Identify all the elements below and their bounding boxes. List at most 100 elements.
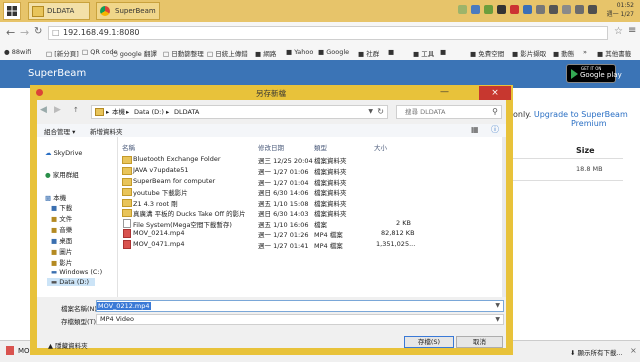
- star-icon[interactable]: ☆: [614, 26, 623, 37]
- nav-item-downloads[interactable]: ■ 下載: [51, 202, 72, 212]
- forward-icon[interactable]: →: [20, 26, 29, 39]
- file-type: MP4 檔案: [314, 242, 343, 250]
- download-item-label[interactable]: MO: [18, 347, 30, 355]
- breadcrumb-item[interactable]: Data (D:): [134, 106, 164, 118]
- file-date: 週一 1/27 01:41: [258, 242, 309, 250]
- new-folder-button[interactable]: 新增資料夾: [90, 126, 123, 136]
- nav-item-computer[interactable]: ▩ 本機: [45, 192, 66, 202]
- bookmark-folder[interactable]: ■ 動態: [553, 48, 574, 58]
- bookmark-item[interactable]: □ [新分頁]: [46, 48, 79, 58]
- view-options-icon[interactable]: ▦: [471, 125, 479, 134]
- hide-folders-toggle[interactable]: ▲ 隱藏資料夾: [48, 340, 88, 350]
- bookmark-folder[interactable]: ■ 網路: [255, 48, 276, 58]
- tray-app-icon[interactable]: [510, 5, 519, 14]
- tray-app-icon[interactable]: [484, 5, 493, 14]
- bookmark-folder[interactable]: ■ 影片擷取: [512, 48, 546, 58]
- save-button[interactable]: 存檔(S): [404, 336, 454, 348]
- back-icon[interactable]: ←: [6, 26, 15, 39]
- other-bookmarks[interactable]: ■ 其他書籤: [597, 48, 631, 58]
- file-size-value: 18.8 MB: [576, 165, 603, 173]
- tray-app-icon[interactable]: [458, 5, 467, 14]
- desktop-folder-icon: ■: [51, 237, 58, 245]
- file-row[interactable]: Z1 4.3 root 剛 週五 1/10 15:08 檔案資料夾: [122, 198, 502, 208]
- path-breadcrumb[interactable]: ▸ 本機 ▸ Data (D:) ▸ DLDATA ▼ ↻: [91, 105, 388, 119]
- file-row[interactable]: youtube 下載影片 週日 6/30 14:06 檔案資料夾: [122, 187, 502, 197]
- nav-item-skydrive[interactable]: ☁ SkyDrive: [45, 149, 82, 157]
- network-icon[interactable]: [536, 5, 545, 14]
- file-row[interactable]: MOV_0214.mp4 週一 1/27 01:26 MP4 檔案 82,812…: [122, 229, 502, 239]
- file-name: MOV_0214.mp4: [133, 229, 185, 237]
- reload-icon[interactable]: ↻: [34, 26, 42, 37]
- bookmark-folder[interactable]: ■ 社群: [358, 48, 379, 58]
- bookmark-item[interactable]: ● 88wifi: [4, 48, 31, 56]
- nav-item-homegroup[interactable]: ● 家用群組: [45, 169, 79, 179]
- bookmark-folder[interactable]: ■ Yahoo: [286, 48, 313, 56]
- address-bar[interactable]: □ 192.168.49.1:8080: [48, 26, 608, 40]
- filetype-select[interactable]: MP4 Video ▼: [96, 314, 504, 325]
- bookmark-folder[interactable]: ■ 工具: [413, 48, 434, 58]
- computer-icon: ▩: [45, 194, 52, 202]
- menu-icon[interactable]: ≡: [628, 25, 636, 36]
- nav-item-pictures[interactable]: ■ 圖片: [51, 246, 72, 256]
- file-row[interactable]: Bluetooth Exchange Folder 週三 12/25 20:04…: [122, 155, 502, 165]
- forward-icon[interactable]: ▶: [54, 105, 61, 115]
- start-button[interactable]: [3, 2, 21, 20]
- close-icon[interactable]: ×: [630, 346, 637, 355]
- bookmark-folder[interactable]: ■: [388, 48, 394, 56]
- minimize-icon[interactable]: —: [440, 87, 449, 97]
- bookmark-chevron-icon[interactable]: »: [583, 48, 587, 56]
- breadcrumb-item[interactable]: DLDATA: [174, 106, 199, 118]
- column-header-name[interactable]: 名稱: [122, 142, 135, 152]
- organize-button[interactable]: 組合管理 ▾: [44, 126, 75, 136]
- refresh-icon[interactable]: ↻: [377, 106, 384, 118]
- file-type: 檔案資料夾: [314, 189, 347, 197]
- tray-app-icon[interactable]: [497, 5, 506, 14]
- tray-app-icon[interactable]: [549, 5, 558, 14]
- cancel-button[interactable]: 取消: [456, 336, 503, 348]
- file-row[interactable]: SuperBeam for computer 週一 1/27 01:04 檔案資…: [122, 177, 502, 187]
- close-button[interactable]: ×: [479, 86, 511, 100]
- upgrade-link[interactable]: Upgrade to SuperBeam: [534, 110, 628, 119]
- keyboard-icon[interactable]: [588, 5, 597, 14]
- bluetooth-icon[interactable]: [523, 5, 532, 14]
- filename-input[interactable]: MOV_0212.mp4 ▼: [96, 300, 504, 312]
- google-play-badge[interactable]: GET IT ON Google play: [566, 64, 622, 83]
- nav-item-windows-drive[interactable]: ▬ Windows (C:): [51, 268, 102, 276]
- nav-item-music[interactable]: ■ 音樂: [51, 224, 72, 234]
- scrollbar[interactable]: [502, 137, 506, 297]
- bookmark-item[interactable]: ○ google 翻譯: [112, 48, 157, 58]
- show-all-downloads-link[interactable]: ⬇ 顯示所有下載...: [570, 347, 623, 357]
- column-header-size[interactable]: 大小: [374, 142, 387, 152]
- nav-item-videos[interactable]: ■ 影片: [51, 257, 72, 267]
- back-icon[interactable]: ◀: [40, 105, 47, 115]
- nav-item-desktop[interactable]: ■ 桌面: [51, 235, 72, 245]
- bookmark-folder[interactable]: ■ Google: [318, 48, 349, 56]
- taskbar-chrome-tab[interactable]: SuperBeam - ...: [96, 2, 160, 31]
- column-header-type[interactable]: 類型: [314, 142, 327, 152]
- search-input[interactable]: 搜尋 DLDATA ⚲: [396, 105, 502, 119]
- chevron-down-icon[interactable]: ▼: [368, 106, 373, 118]
- chevron-down-icon[interactable]: ▼: [495, 301, 500, 311]
- bookmark-folder[interactable]: ■: [440, 48, 446, 56]
- bookmark-item[interactable]: □ 日動篩整理: [163, 48, 204, 58]
- battery-icon[interactable]: [562, 5, 571, 14]
- file-row[interactable]: File System(Mega空間下載暫存) 週五 1/10 16:06 檔案…: [122, 219, 502, 229]
- upgrade-link-tail[interactable]: Premium: [513, 119, 607, 128]
- bookmark-item[interactable]: □ 日統上傳錯: [207, 48, 248, 58]
- file-row[interactable]: JAVA v7update51 週一 1/27 01:06 檔案資料夾: [122, 166, 502, 176]
- tray-app-icon[interactable]: [471, 5, 480, 14]
- file-size: 1,351,025...: [376, 240, 416, 248]
- file-row[interactable]: MOV_0471.mp4 週一 1/27 01:41 MP4 檔案 1,351,…: [122, 240, 502, 250]
- up-icon[interactable]: ↑: [73, 106, 79, 114]
- help-icon[interactable]: ⓘ: [491, 124, 499, 135]
- taskbar-clock[interactable]: 01:52 週一 1/27: [607, 1, 634, 19]
- breadcrumb-item[interactable]: 本機: [112, 106, 125, 118]
- volume-icon[interactable]: [575, 5, 584, 14]
- windows-logo-icon: [7, 6, 17, 16]
- bookmark-folder[interactable]: ■ 免費空間: [470, 48, 504, 58]
- nav-item-data-drive[interactable]: ▬ Data (D:): [47, 278, 96, 286]
- file-row[interactable]: 真廣溝 平板的 Ducks Take Off 的影片 週日 6/30 14:03…: [122, 208, 502, 218]
- taskbar-explorer-tab[interactable]: DLDATA: [28, 2, 90, 20]
- column-header-date[interactable]: 修改日期: [258, 142, 284, 152]
- nav-item-documents[interactable]: ■ 文件: [51, 213, 72, 223]
